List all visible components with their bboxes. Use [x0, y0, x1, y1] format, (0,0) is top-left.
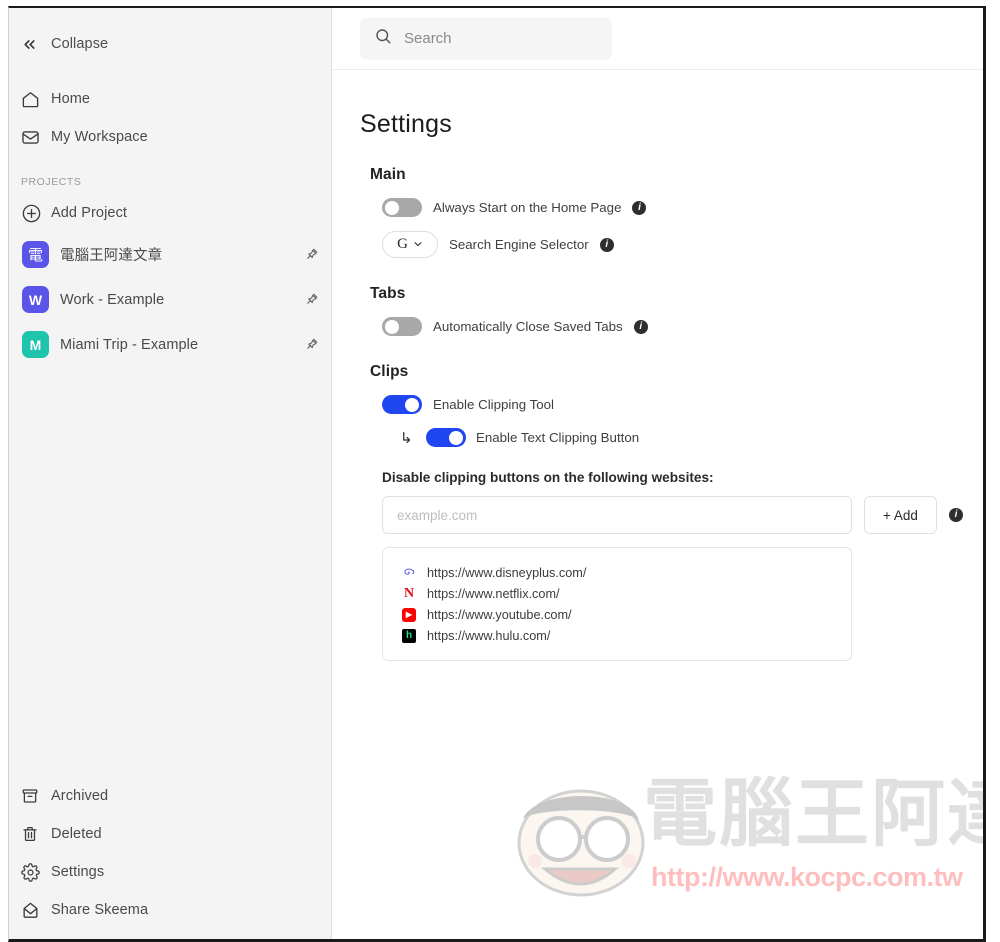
website-url: https://www.netflix.com/	[427, 586, 560, 601]
blocked-website-list: https://www.disneyplus.com/ N https://ww…	[382, 547, 852, 661]
sidebar: Collapse Home My Workspace PROJECTS Add …	[9, 8, 332, 939]
inbox-icon	[21, 128, 51, 147]
youtube-icon: ▶	[402, 607, 416, 622]
settings-page: Settings Main Always Start on the Home P…	[332, 70, 983, 661]
project-badge: W	[22, 286, 49, 313]
app-window: Collapse Home My Workspace PROJECTS Add …	[8, 6, 986, 942]
archive-icon	[21, 787, 51, 805]
toggle-always-start-home[interactable]	[382, 198, 422, 217]
info-icon[interactable]: i	[633, 319, 648, 334]
sidebar-add-project-label: Add Project	[51, 205, 128, 221]
nested-arrow-icon: ↳	[400, 429, 413, 447]
sidebar-item-my-workspace-label: My Workspace	[51, 129, 148, 145]
option-label: Search Engine Selector	[449, 237, 589, 252]
toggle-knob	[405, 397, 419, 412]
sidebar-projects-header: PROJECTS	[21, 176, 82, 188]
sidebar-project-item[interactable]: W Work - Example	[9, 277, 331, 322]
section-title-clips: Clips	[370, 363, 409, 380]
main-content: Search Settings Main Always Start on the…	[332, 8, 983, 939]
website-url: https://www.disneyplus.com/	[427, 565, 587, 580]
sidebar-item-share-skeema[interactable]: Share Skeema	[9, 891, 331, 929]
google-icon: G	[397, 236, 408, 252]
sidebar-collapse-label: Collapse	[51, 36, 109, 52]
sidebar-item-home-label: Home	[51, 91, 91, 107]
sidebar-add-project-button[interactable]: Add Project	[9, 194, 331, 232]
option-enable-clipping-tool: Enable Clipping Tool	[382, 395, 983, 414]
list-item[interactable]: h https://www.hulu.com/	[383, 625, 851, 646]
envelope-icon	[21, 901, 51, 920]
pin-icon[interactable]	[304, 292, 319, 307]
info-icon[interactable]: i	[599, 237, 614, 252]
search-input[interactable]: Search	[360, 17, 612, 60]
add-website-button[interactable]: + Add	[864, 496, 937, 534]
netflix-icon: N	[403, 585, 415, 601]
section-title-main: Main	[370, 166, 406, 183]
option-search-engine-selector: G Search Engine Selector i	[382, 231, 983, 258]
website-input[interactable]	[382, 496, 852, 534]
search-engine-dropdown[interactable]: G	[382, 231, 438, 258]
option-enable-text-clipping-button: ↳ Enable Text Clipping Button	[400, 428, 983, 447]
toggle-auto-close-saved-tabs[interactable]	[382, 317, 422, 336]
page-title: Settings	[360, 110, 452, 138]
sidebar-project-label: Miami Trip - Example	[60, 336, 199, 353]
sidebar-item-settings-label: Settings	[51, 864, 105, 880]
sidebar-item-archived[interactable]: Archived	[9, 777, 331, 815]
search-placeholder: Search	[404, 30, 452, 47]
website-url: https://www.youtube.com/	[427, 607, 572, 622]
option-label: Enable Text Clipping Button	[476, 430, 640, 445]
sidebar-project-item[interactable]: M Miami Trip - Example	[9, 322, 331, 367]
search-icon	[374, 27, 392, 50]
topbar: Search	[332, 8, 983, 70]
sidebar-item-my-workspace[interactable]: My Workspace	[9, 118, 331, 156]
website-url: https://www.hulu.com/	[427, 628, 551, 643]
hulu-icon: h	[402, 628, 416, 643]
sidebar-item-settings[interactable]: Settings	[9, 853, 331, 891]
option-label: Enable Clipping Tool	[433, 397, 554, 412]
sidebar-bottom-nav: Archived Deleted Settings Share Skeema	[9, 777, 331, 929]
chevrons-left-icon	[21, 36, 51, 53]
pin-icon[interactable]	[304, 247, 319, 262]
list-item[interactable]: https://www.disneyplus.com/	[383, 562, 851, 583]
sidebar-item-home[interactable]: Home	[9, 80, 331, 118]
toggle-knob	[385, 319, 399, 334]
sidebar-project-label: Work - Example	[60, 291, 165, 308]
toggle-enable-text-clipping-button[interactable]	[426, 428, 466, 447]
toggle-knob	[385, 200, 399, 215]
option-auto-close-saved-tabs: Automatically Close Saved Tabs i	[382, 317, 983, 336]
toggle-knob	[449, 430, 463, 445]
toggle-enable-clipping-tool[interactable]	[382, 395, 422, 414]
sidebar-item-deleted-label: Deleted	[51, 826, 102, 842]
pin-icon[interactable]	[304, 337, 319, 352]
sidebar-item-share-skeema-label: Share Skeema	[51, 902, 149, 918]
sidebar-item-deleted[interactable]: Deleted	[9, 815, 331, 853]
disneyplus-icon	[402, 566, 416, 580]
chevron-down-icon	[413, 236, 423, 254]
info-icon[interactable]: i	[632, 200, 647, 215]
home-icon	[21, 90, 51, 109]
watermark: 電腦王阿達 http://www.kocpc.com.tw	[511, 771, 983, 911]
section-title-tabs: Tabs	[370, 285, 406, 302]
project-badge: M	[22, 331, 49, 358]
trash-icon	[21, 825, 51, 843]
sidebar-project-label: 電腦王阿達文章	[60, 248, 163, 264]
list-item[interactable]: N https://www.netflix.com/	[383, 583, 851, 604]
sidebar-collapse-button[interactable]: Collapse	[9, 22, 331, 66]
option-label: Automatically Close Saved Tabs	[433, 319, 623, 334]
gear-icon	[21, 862, 51, 882]
sidebar-item-archived-label: Archived	[51, 788, 109, 804]
option-label: Always Start on the Home Page	[433, 200, 622, 215]
watermark-text: 電腦王阿達	[643, 772, 983, 855]
info-icon[interactable]: i	[949, 508, 963, 522]
watermark-url: http://www.kocpc.com.tw	[651, 862, 963, 892]
add-website-row: + Add i	[382, 496, 983, 534]
project-badge: 電	[22, 241, 49, 268]
disable-clipping-label: Disable clipping buttons on the followin…	[382, 470, 714, 485]
option-always-start-home: Always Start on the Home Page i	[382, 198, 983, 217]
sidebar-project-item[interactable]: 電 電腦王阿達文章	[9, 232, 331, 277]
list-item[interactable]: ▶ https://www.youtube.com/	[383, 604, 851, 625]
plus-circle-icon	[21, 203, 51, 224]
